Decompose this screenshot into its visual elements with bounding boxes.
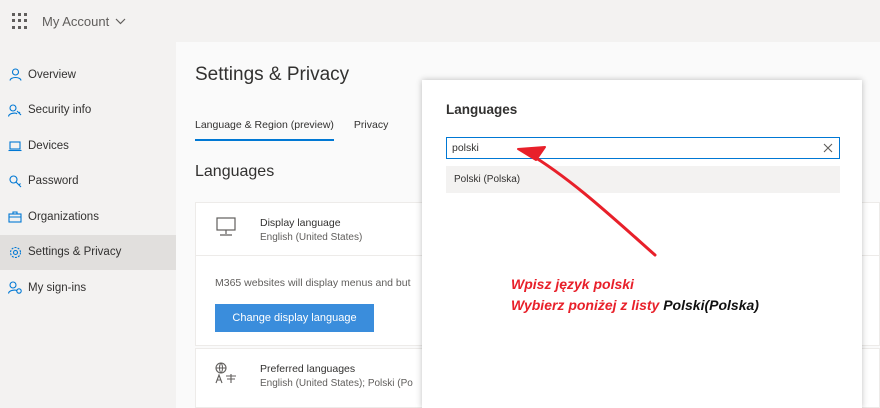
monitor-icon: [214, 215, 238, 239]
sidebar-item-label: Organizations: [28, 210, 99, 223]
sidebar-item-settings-privacy[interactable]: Settings & Privacy: [0, 234, 176, 270]
language-search-box: [446, 137, 840, 159]
chevron-down-icon: [115, 18, 126, 24]
gear-icon: [8, 245, 22, 259]
sidebar-item-label: Password: [28, 175, 79, 188]
languages-panel: Languages Polski (Polska): [422, 80, 862, 408]
annotation-text: Wpisz język polski Wybierz poniżej z lis…: [511, 274, 759, 316]
key-icon: [8, 174, 22, 188]
annotation-line-2: Wybierz poniżej z listy Polski(Polska): [511, 295, 759, 316]
top-bar: My Account: [0, 0, 880, 42]
app-title: My Account: [42, 13, 110, 29]
sidebar-item-label: My sign-ins: [28, 281, 87, 294]
app-launcher-icon[interactable]: [12, 13, 28, 29]
change-display-language-button[interactable]: Change display language: [215, 304, 374, 332]
annotation-line-2-prefix: Wybierz poniżej z listy: [511, 297, 664, 313]
tab-bar: Language & Region (preview) Privacy: [195, 119, 408, 141]
sidebar-item-label: Settings & Privacy: [28, 246, 122, 259]
tab-privacy[interactable]: Privacy: [354, 119, 388, 141]
preferred-languages-value: English (United States); Polski (Po: [260, 378, 413, 389]
tab-language-region[interactable]: Language & Region (preview): [195, 119, 334, 141]
language-suggestion-item[interactable]: Polski (Polska): [446, 166, 840, 193]
page-title: Settings & Privacy: [195, 64, 350, 85]
annotation-line-1: Wpisz język polski: [511, 276, 634, 292]
sign-ins-icon: [8, 281, 22, 295]
sidebar-item-organizations[interactable]: Organizations: [0, 199, 176, 235]
security-info-icon: [8, 103, 22, 117]
panel-title: Languages: [446, 102, 518, 117]
preferred-languages-title: Preferred languages: [260, 363, 356, 375]
app-title-dropdown[interactable]: My Account: [42, 14, 126, 29]
briefcase-icon: [8, 210, 22, 224]
annotation-highlight: Polski(Polska): [663, 297, 759, 313]
sidebar-item-security-info[interactable]: Security info: [0, 93, 176, 129]
sidebar-nav: Overview Security info Devices Password …: [0, 42, 176, 408]
language-search-input[interactable]: [447, 138, 817, 158]
person-icon: [8, 68, 22, 82]
sidebar-item-label: Devices: [28, 139, 69, 152]
display-language-title: Display language: [260, 217, 341, 229]
laptop-icon: [8, 139, 22, 153]
sidebar-item-overview[interactable]: Overview: [0, 57, 176, 93]
sidebar-item-label: Overview: [28, 68, 76, 81]
close-icon[interactable]: [817, 138, 839, 158]
sidebar-item-password[interactable]: Password: [0, 164, 176, 200]
sidebar-item-my-sign-ins[interactable]: My sign-ins: [0, 270, 176, 306]
display-language-value: English (United States): [260, 232, 363, 243]
section-title-languages: Languages: [195, 163, 275, 180]
sidebar-item-label: Security info: [28, 104, 92, 117]
language-translate-icon: [214, 361, 238, 385]
display-language-description: M365 websites will display menus and but: [215, 277, 411, 289]
sidebar-item-devices[interactable]: Devices: [0, 128, 176, 164]
